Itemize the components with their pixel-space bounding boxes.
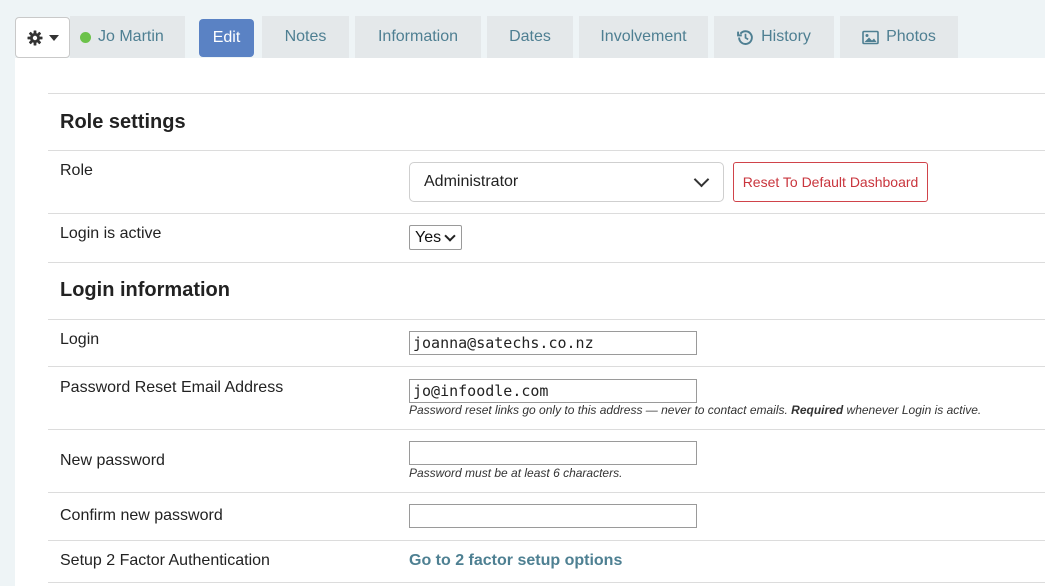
new-password-help: Password must be at least 6 characters. [409, 466, 623, 480]
login-label: Login [60, 331, 100, 348]
role-label: Role [60, 162, 93, 179]
reset-email-help-text: Password reset links go only to this add… [409, 403, 792, 417]
tab-history-label: History [761, 28, 811, 45]
confirm-password-field[interactable] [409, 504, 697, 528]
tab-notes-label: Notes [284, 28, 327, 45]
new-password-label: New password [60, 452, 165, 469]
tab-photos[interactable]: Photos [840, 16, 958, 58]
login-active-label: Login is active [60, 225, 162, 242]
tab-information[interactable]: Information [355, 16, 481, 58]
role-settings-title: Role settings [60, 111, 186, 133]
login-active-value: Yes [415, 228, 442, 246]
divider [48, 492, 1045, 493]
tab-edit-label: Edit [212, 29, 241, 46]
divider [48, 540, 1045, 541]
divider [48, 93, 1045, 94]
tab-dates-label: Dates [509, 28, 551, 45]
tab-photos-label: Photos [886, 28, 936, 45]
confirm-password-label: Confirm new password [60, 507, 223, 524]
role-select[interactable]: Administrator [409, 162, 724, 202]
reset-dashboard-button[interactable]: Reset To Default Dashboard [733, 162, 928, 202]
tab-user[interactable]: Jo Martin [70, 16, 185, 58]
caret-down-icon [48, 35, 59, 41]
reset-email-help-required: Required [791, 403, 844, 417]
divider [48, 150, 1045, 151]
new-password-field[interactable] [409, 441, 697, 465]
two-factor-setup-link[interactable]: Go to 2 factor setup options [409, 552, 622, 570]
two-factor-label: Setup 2 Factor Authentication [60, 552, 270, 569]
divider [48, 429, 1045, 430]
tab-notes[interactable]: Notes [262, 16, 349, 58]
chevron-down-icon [444, 229, 456, 242]
divider [48, 262, 1045, 263]
gear-icon [27, 30, 42, 45]
reset-email-help: Password reset links go only to this add… [409, 403, 981, 417]
tab-edit[interactable]: Edit [199, 19, 254, 57]
settings-menu-button[interactable] [15, 17, 70, 58]
divider [48, 213, 1045, 214]
reset-email-help-tail: whenever Login is active. [843, 403, 982, 417]
reset-email-label: Password Reset Email Address [60, 379, 284, 396]
role-select-value: Administrator [424, 173, 519, 190]
tab-involvement-label: Involvement [600, 28, 687, 45]
user-name: Jo Martin [98, 28, 164, 45]
tab-involvement[interactable]: Involvement [579, 16, 708, 58]
online-status-icon [80, 31, 91, 43]
login-information-title: Login information [60, 279, 230, 301]
image-icon [862, 30, 879, 44]
chevron-down-icon [693, 171, 710, 188]
tab-dates[interactable]: Dates [487, 16, 573, 58]
login-field[interactable]: joanna@satechs.co.nz [409, 331, 697, 355]
reset-email-field[interactable]: jo@infoodle.com [409, 379, 697, 403]
tab-information-label: Information [377, 28, 459, 45]
divider [48, 582, 1045, 583]
login-active-select[interactable]: Yes [409, 225, 462, 250]
history-icon [737, 29, 753, 45]
divider [48, 319, 1045, 320]
divider [48, 366, 1045, 367]
tab-bar: Jo Martin Edit Notes Information Dates I… [0, 0, 1045, 60]
tab-history[interactable]: History [714, 16, 834, 58]
